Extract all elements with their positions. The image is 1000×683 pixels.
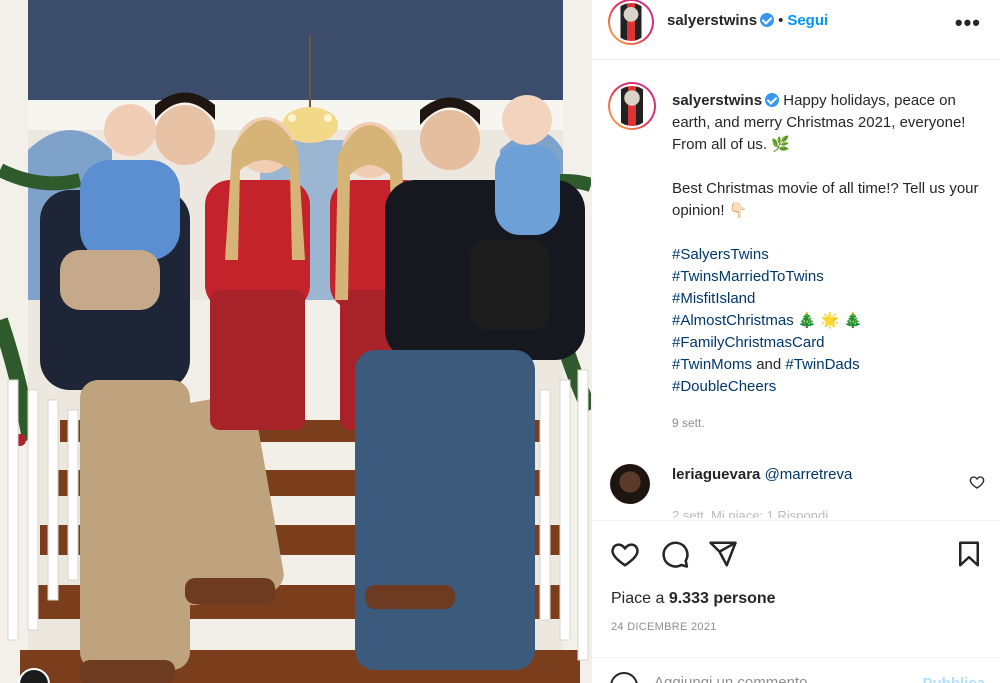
author-avatar[interactable] xyxy=(608,0,654,45)
caption-text-2: Best Christmas movie of all time!? Tell … xyxy=(672,180,979,219)
commenter-avatar[interactable] xyxy=(610,464,650,504)
post-photo[interactable] xyxy=(0,0,591,683)
more-options-icon[interactable]: ••• xyxy=(955,10,981,36)
caption-and-text: and xyxy=(756,356,782,373)
likes-prefix: Piace a xyxy=(611,590,665,607)
hashtag-link[interactable]: #TwinMoms xyxy=(672,356,752,373)
share-icon[interactable] xyxy=(708,539,738,569)
comment-icon[interactable] xyxy=(660,539,690,569)
verified-badge-icon xyxy=(760,13,775,27)
comment-mention[interactable]: @marretreva xyxy=(765,466,853,483)
publish-button[interactable]: Pubblica xyxy=(922,675,985,683)
post-date[interactable]: 24 DICEMBRE 2021 xyxy=(611,621,717,633)
emoji-icon[interactable] xyxy=(610,672,638,683)
comment-like-heart-icon[interactable] xyxy=(969,474,985,490)
comment-input[interactable] xyxy=(654,674,904,683)
comment-text: leriaguevara @marretreva xyxy=(672,466,852,483)
author-username[interactable]: salyerstwins xyxy=(667,12,757,29)
tree-star-emoji: 🎄 🌟 🎄 xyxy=(797,312,863,329)
post-side-panel: salyerstwins • Segui ••• salyerstwins Happ… xyxy=(591,0,1000,683)
comments-scroll-area[interactable]: salyerstwins Happy holidays, peace on ea… xyxy=(592,60,1000,518)
caption-time-ago[interactable]: 9 sett. xyxy=(672,416,705,430)
hashtag-link[interactable]: #AlmostChristmas xyxy=(672,312,794,329)
likes-count[interactable]: Piace a 9.333 persone xyxy=(611,590,776,608)
hashtag-link[interactable]: #FamilyChristmasCard xyxy=(672,332,987,354)
add-comment-bar: Pubblica xyxy=(592,657,1000,683)
hashtag-link[interactable]: #DoubleCheers xyxy=(672,376,987,398)
caption-author-avatar[interactable] xyxy=(608,82,656,130)
comment-meta: 2 sett. Mi piace: 1 Rispondi xyxy=(672,508,829,518)
likes-number[interactable]: 9.333 persone xyxy=(669,590,776,607)
caption-verified-icon xyxy=(765,93,780,107)
post-header: salyerstwins • Segui ••• xyxy=(592,0,1000,60)
post-actions: Piace a 9.333 persone 24 DICEMBRE 2021 P… xyxy=(592,520,1000,683)
post-caption: salyerstwins Happy holidays, peace on ea… xyxy=(672,90,987,398)
separator-dot: • xyxy=(778,12,784,29)
hashtag-link[interactable]: #SalyersTwins xyxy=(672,244,987,266)
bookmark-icon[interactable] xyxy=(954,539,984,569)
header-name-row: salyerstwins • Segui xyxy=(667,12,828,29)
family-photo-illustration xyxy=(0,0,591,683)
hashtag-link[interactable]: #TwinDads xyxy=(785,356,859,373)
heart-icon[interactable] xyxy=(610,539,640,569)
caption-username[interactable]: salyerstwins xyxy=(672,92,762,109)
follow-button[interactable]: Segui xyxy=(787,12,828,29)
commenter-username[interactable]: leriaguevara xyxy=(672,466,760,483)
hashtag-link[interactable]: #TwinsMarriedToTwins xyxy=(672,266,987,288)
hashtag-link[interactable]: #MisfitIsland xyxy=(672,288,987,310)
comment-item: leriaguevara @marretreva 2 sett. Mi piac… xyxy=(592,460,1000,518)
